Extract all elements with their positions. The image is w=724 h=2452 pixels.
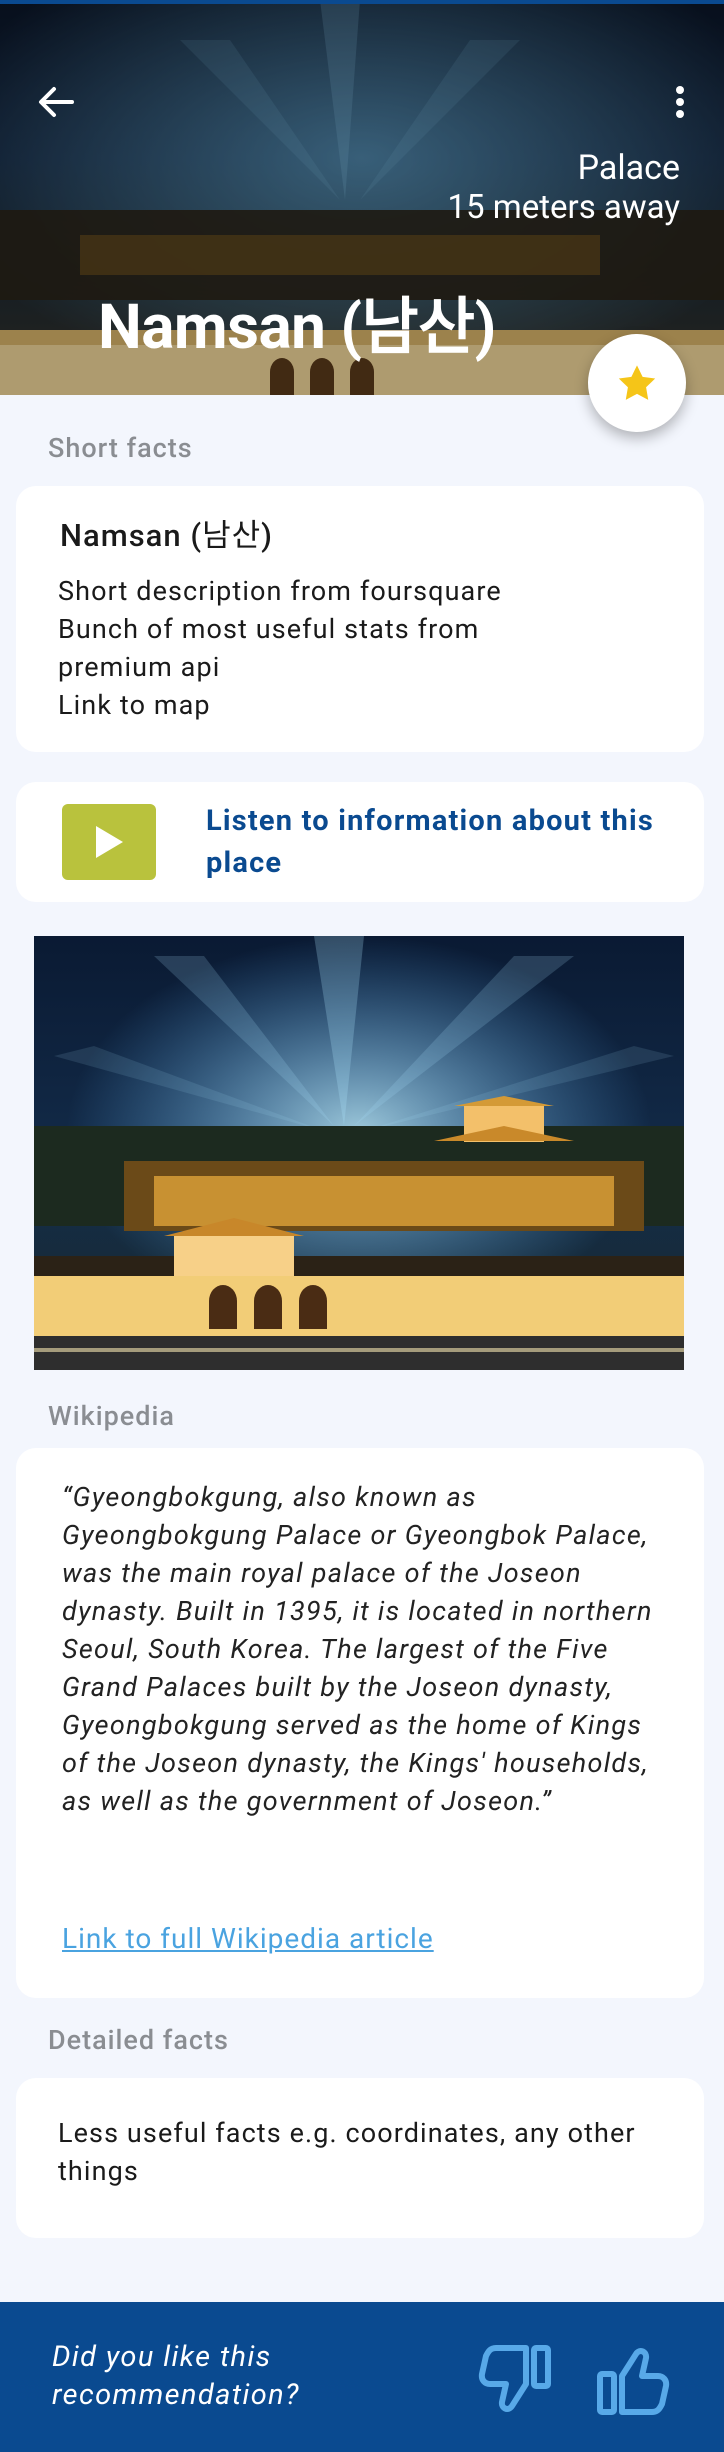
facts-line: premium api [58,651,221,683]
status-accent-line [0,0,724,4]
place-photo [34,936,684,1370]
facts-card-title: Namsan (남산) [60,517,273,554]
facts-line: Bunch of most useful stats from [58,613,480,645]
short-facts-label: Short facts [48,432,193,464]
facts-line: Short description from foursquare [58,575,502,607]
more-menu-button[interactable] [660,80,700,124]
thumbs-up-icon [597,2348,670,2415]
like-button[interactable] [596,2344,672,2416]
feedback-question: Did you like this recommendation? [52,2340,300,2412]
more-vert-icon [676,86,684,118]
map-link[interactable]: Link to map [58,686,502,724]
facts-lines: Short description from foursquare Bunch … [58,572,502,724]
detailed-facts-text: Less useful facts e.g. coordinates, any … [58,2117,636,2187]
play-button[interactable] [62,804,156,880]
place-category: Palace [577,148,680,188]
audio-card[interactable]: Listen to information about this place [16,782,704,902]
place-distance: 15 meters away [447,188,680,227]
star-icon [618,365,656,400]
wikipedia-card: “Gyeongbokgung, also known as Gyeongbokg… [16,1448,704,1998]
dislike-button[interactable] [478,2344,554,2416]
listen-label[interactable]: Listen to information about this place [206,800,666,884]
hero-header: Palace 15 meters away Namsan (남산) [0,0,724,395]
detailed-facts-label: Detailed facts [48,2024,229,2056]
feedback-bar: Did you like this recommendation? [0,2302,724,2452]
favorite-button[interactable] [588,334,686,432]
short-facts-card: Namsan (남산) Short description from fours… [16,486,704,752]
back-button[interactable] [34,80,78,124]
wikipedia-label: Wikipedia [48,1400,175,1432]
play-icon [96,826,123,858]
page-title: Namsan (남산) [98,291,496,364]
wikipedia-link[interactable]: Link to full Wikipedia article [62,1922,434,1955]
arrow-left-icon [39,87,74,117]
thumbs-down-icon [478,2345,551,2412]
wikipedia-quote: “Gyeongbokgung, also known as Gyeongbokg… [62,1481,653,1817]
palace-night-photo [34,936,684,1370]
detailed-facts-card: Less useful facts e.g. coordinates, any … [16,2078,704,2238]
